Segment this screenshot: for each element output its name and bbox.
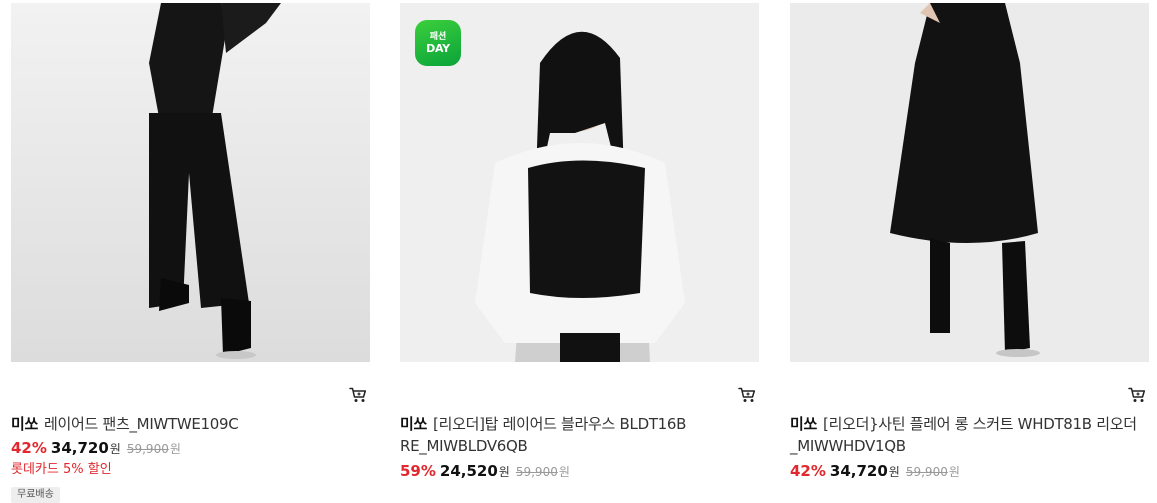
product-card[interactable]: 미쏘 레이어드 팬츠_MIWTWE109C 42% 34,720원 59,900원 롯… bbox=[11, 0, 371, 503]
original-price: 59,900 bbox=[905, 465, 948, 479]
discount-rate: 42% bbox=[790, 462, 826, 480]
sale-price: 24,520 bbox=[439, 462, 498, 480]
price-row: 42% 34,720원 59,900원 bbox=[11, 438, 181, 459]
fashion-day-badge: 패션 DAY bbox=[415, 20, 461, 66]
original-price: 59,900 bbox=[126, 442, 169, 456]
currency: 원 bbox=[109, 442, 121, 456]
currency: 원 bbox=[498, 465, 510, 479]
cart-icon bbox=[1128, 387, 1146, 402]
product-brand: 미쏘 bbox=[11, 415, 39, 433]
add-to-cart-button[interactable] bbox=[736, 384, 758, 406]
discount-rate: 42% bbox=[11, 439, 47, 457]
product-brand: 미쏘 bbox=[400, 415, 428, 433]
product-brand: 미쏘 bbox=[790, 415, 818, 433]
cart-icon bbox=[738, 387, 756, 402]
currency: 원 bbox=[558, 465, 570, 479]
product-name: [리오더]탑 레이어드 블라우스 BLDT16B RE_MIWBLDV6QB bbox=[400, 415, 687, 455]
add-to-cart-button[interactable] bbox=[1126, 384, 1148, 406]
product-card[interactable]: 패션 DAY 미쏘 [리오더]탑 레이어드 블라우스 BLDT16B RE_MIW… bbox=[400, 0, 760, 496]
sale-price: 34,720 bbox=[829, 462, 888, 480]
product-card[interactable]: 미쏘 [리오더}사틴 플레어 롱 스커트 WHDT81B 리오더_MIWWHDV1… bbox=[790, 0, 1150, 496]
product-title[interactable]: 미쏘 [리오더]탑 레이어드 블라우스 BLDT16B RE_MIWBLDV6QB bbox=[400, 413, 760, 457]
discount-rate: 59% bbox=[400, 462, 436, 480]
product-title[interactable]: 미쏘 레이어드 팬츠_MIWTWE109C bbox=[11, 413, 371, 435]
free-shipping-tag: 무료배송 bbox=[11, 487, 60, 503]
product-image[interactable] bbox=[790, 3, 1149, 362]
product-title[interactable]: 미쏘 [리오더}사틴 플레어 롱 스커트 WHDT81B 리오더_MIWWHDV1… bbox=[790, 413, 1150, 457]
currency: 원 bbox=[888, 465, 900, 479]
currency: 원 bbox=[169, 442, 181, 456]
product-image[interactable] bbox=[11, 3, 370, 362]
cart-icon bbox=[349, 387, 367, 402]
product-name: [리오더}사틴 플레어 롱 스커트 WHDT81B 리오더_MIWWHDV1QB bbox=[790, 415, 1137, 455]
original-price: 59,900 bbox=[515, 465, 558, 479]
card-promo: 롯데카드 5% 할인 bbox=[11, 462, 112, 477]
add-to-cart-button[interactable] bbox=[347, 384, 369, 406]
product-name: 레이어드 팬츠_MIWTWE109C bbox=[44, 415, 239, 433]
sale-price: 34,720 bbox=[50, 439, 109, 457]
currency: 원 bbox=[948, 465, 960, 479]
product-image[interactable]: 패션 DAY bbox=[400, 3, 759, 362]
price-row: 59% 24,520원 59,900원 bbox=[400, 461, 570, 482]
price-row: 42% 34,720원 59,900원 bbox=[790, 461, 960, 482]
